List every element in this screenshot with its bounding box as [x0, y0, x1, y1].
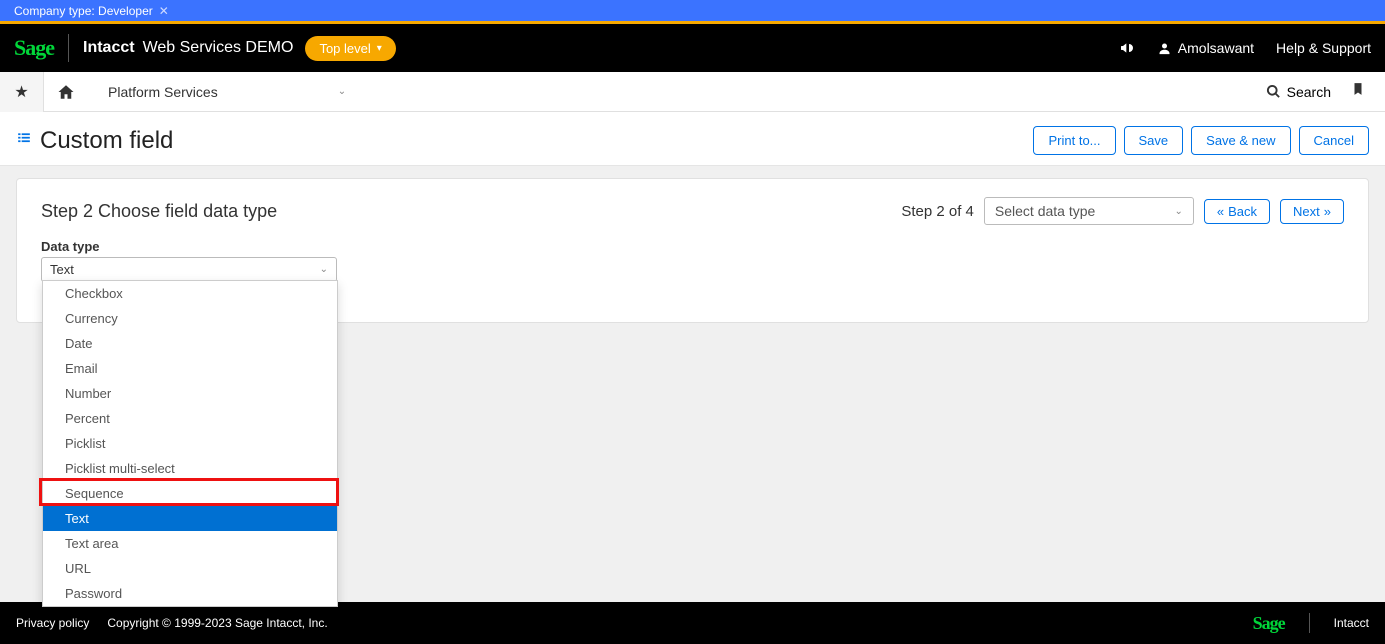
product-name: Intacct [83, 39, 135, 57]
datatype-option[interactable]: Number [43, 381, 337, 406]
list-icon[interactable] [16, 131, 32, 150]
chevron-down-icon: ⌄ [338, 86, 346, 97]
env-name: Web Services DEMO [143, 39, 294, 57]
top-level-selector[interactable]: Top level ▾ [305, 36, 395, 61]
step-counter: Step 2 of 4 [901, 203, 974, 220]
favorites-star-icon[interactable]: ★ [0, 72, 44, 112]
datatype-option[interactable]: URL [43, 556, 337, 581]
divider [68, 34, 69, 62]
chevron-left-icon: « [1217, 204, 1224, 219]
back-button[interactable]: « Back [1204, 199, 1270, 224]
search-button[interactable]: Search [1266, 84, 1331, 100]
chevron-down-icon: ⌄ [1175, 206, 1183, 217]
module-name: Platform Services [108, 84, 218, 100]
chevron-right-icon: » [1324, 204, 1331, 219]
next-button[interactable]: Next » [1280, 199, 1344, 224]
datatype-select[interactable]: Text ⌄ [41, 257, 337, 282]
company-type-bar: Company type: Developer ✕ [0, 0, 1385, 24]
privacy-link[interactable]: Privacy policy [16, 616, 89, 630]
datatype-option[interactable]: Email [43, 356, 337, 381]
footer: Privacy policy Copyright © 1999-2023 Sag… [0, 602, 1385, 644]
cancel-button[interactable]: Cancel [1299, 126, 1369, 155]
bookmark-icon[interactable] [1351, 81, 1365, 102]
datatype-option[interactable]: Checkbox [43, 281, 337, 306]
print-button[interactable]: Print to... [1033, 126, 1115, 155]
page-title: Custom field [40, 127, 173, 155]
help-support-link[interactable]: Help & Support [1276, 40, 1371, 56]
datatype-option[interactable]: Percent [43, 406, 337, 431]
module-selector[interactable]: Platform Services ⌄ [108, 84, 346, 100]
save-new-button[interactable]: Save & new [1191, 126, 1290, 155]
company-type-label: Company type: Developer [14, 4, 153, 18]
datatype-label: Data type [41, 239, 1344, 254]
save-button[interactable]: Save [1124, 126, 1184, 155]
datatype-option[interactable]: Password [43, 581, 337, 606]
sage-logo: Sage [14, 35, 54, 61]
user-menu[interactable]: Amolsawant [1157, 40, 1254, 56]
copyright-text: Copyright © 1999-2023 Sage Intacct, Inc. [107, 616, 327, 630]
chevron-down-icon: ⌄ [320, 264, 328, 275]
select-data-type-dropdown[interactable]: Select data type ⌄ [984, 197, 1194, 225]
datatype-dropdown-list[interactable]: CheckboxCurrencyDateEmailNumberPercentPi… [42, 280, 338, 607]
datatype-option[interactable]: Text area [43, 531, 337, 556]
nav-bar: ★ Platform Services ⌄ Search [0, 72, 1385, 112]
divider [1309, 613, 1310, 633]
user-name: Amolsawant [1178, 40, 1254, 56]
step-title: Step 2 Choose field data type [41, 201, 277, 222]
datatype-option[interactable]: Picklist [43, 431, 337, 456]
datatype-value: Text [50, 262, 74, 277]
select-placeholder: Select data type [995, 203, 1095, 219]
datatype-option[interactable]: Text [43, 506, 337, 531]
footer-sage-logo: Sage [1253, 613, 1285, 634]
datatype-option[interactable]: Picklist multi-select [43, 456, 337, 481]
page-header: Custom field Print to... Save Save & new… [0, 112, 1385, 166]
chevron-down-icon: ▾ [377, 43, 382, 54]
footer-product: Intacct [1334, 616, 1369, 630]
close-icon[interactable]: ✕ [159, 4, 169, 18]
app-header: Sage Intacct Web Services DEMO Top level… [0, 24, 1385, 72]
datatype-option[interactable]: Currency [43, 306, 337, 331]
datatype-option[interactable]: Sequence [43, 481, 337, 506]
announcements-icon[interactable] [1119, 40, 1135, 56]
search-label: Search [1287, 84, 1331, 100]
top-level-label: Top level [319, 41, 370, 56]
home-icon[interactable] [44, 83, 88, 101]
datatype-option[interactable]: Date [43, 331, 337, 356]
